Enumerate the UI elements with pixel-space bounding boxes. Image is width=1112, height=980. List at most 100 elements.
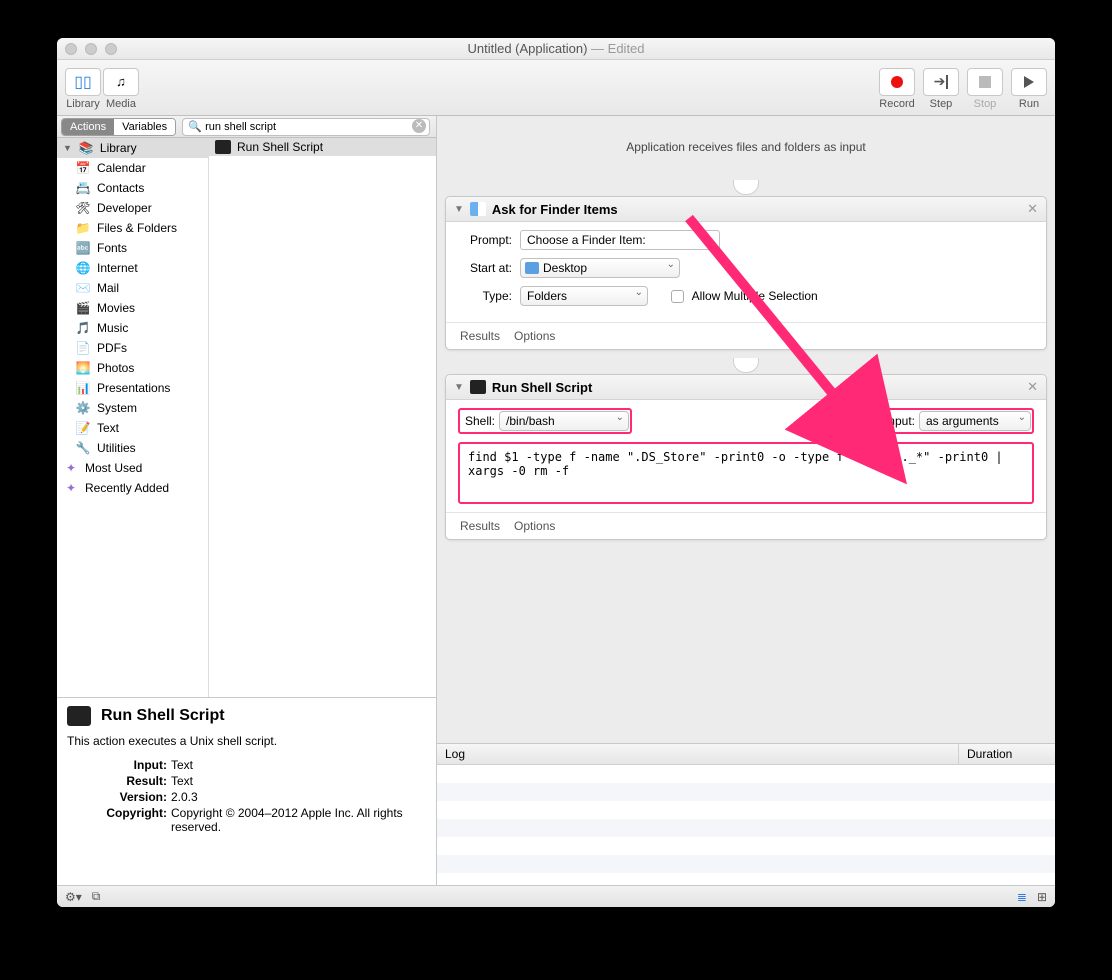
stop-button[interactable] bbox=[967, 68, 1003, 96]
search-input[interactable] bbox=[182, 118, 430, 136]
library-item[interactable]: 📁Files & Folders bbox=[57, 218, 208, 238]
play-icon bbox=[1024, 76, 1034, 88]
record-button[interactable] bbox=[879, 68, 915, 96]
action-run-shell-script[interactable]: ▼ Run Shell Script ✕ Shell:/bin/bash Pas… bbox=[445, 374, 1047, 540]
close-icon[interactable]: ✕ bbox=[1027, 201, 1038, 217]
actions-variables-segment: Actions Variables bbox=[61, 118, 176, 136]
library-item[interactable]: 🔤Fonts bbox=[57, 238, 208, 258]
search-icon: 🔍 bbox=[188, 120, 202, 133]
category-icon: 📇 bbox=[75, 179, 91, 197]
toolbar: ▯▯ Library ♫ Media Record Step Stop Run bbox=[57, 60, 1055, 116]
script-textarea[interactable]: find $1 -type f -name ".DS_Store" -print… bbox=[458, 442, 1034, 504]
log-panel: LogDuration bbox=[437, 743, 1055, 885]
disclosure-icon[interactable]: ▼ bbox=[454, 382, 464, 393]
library-item[interactable]: 🌐Internet bbox=[57, 258, 208, 278]
library-item[interactable]: 🛠Developer bbox=[57, 198, 208, 218]
library-item[interactable]: 📝Text bbox=[57, 418, 208, 438]
library-item[interactable]: ✉️Mail bbox=[57, 278, 208, 298]
results-tab[interactable]: Results bbox=[460, 519, 500, 533]
category-icon: 📊 bbox=[75, 379, 91, 397]
media-label: Media bbox=[106, 98, 136, 110]
media-icon: ♫ bbox=[116, 74, 126, 89]
library-label: Library bbox=[66, 98, 100, 110]
start-at-select[interactable]: Desktop bbox=[520, 258, 680, 278]
terminal-icon bbox=[470, 380, 486, 394]
library-panel: Actions Variables 🔍 ✕ ▼📚Library 📅Calenda… bbox=[57, 116, 437, 885]
workflow-input-description: Application receives files and folders a… bbox=[437, 116, 1055, 182]
prompt-input[interactable] bbox=[520, 230, 720, 250]
options-tab[interactable]: Options bbox=[514, 329, 555, 343]
category-icon: 🔤 bbox=[75, 239, 91, 257]
statusbar: ⚙︎▾ ⧉ ≣ ⊞ bbox=[57, 885, 1055, 907]
pass-input-select[interactable]: as arguments bbox=[919, 411, 1031, 431]
category-icon: 📅 bbox=[75, 159, 91, 177]
automator-window: Untitled (Application) — Edited ▯▯ Libra… bbox=[57, 38, 1055, 907]
shell-select[interactable]: /bin/bash bbox=[499, 411, 629, 431]
tab-actions[interactable]: Actions bbox=[62, 119, 114, 135]
clear-search-icon[interactable]: ✕ bbox=[412, 119, 426, 133]
category-icon: 🎵 bbox=[75, 319, 91, 337]
library-icon: 📚 bbox=[78, 139, 94, 157]
grid-view-icon[interactable]: ⊞ bbox=[1037, 890, 1047, 904]
list-view-icon[interactable]: ≣ bbox=[1017, 890, 1027, 904]
log-rows[interactable] bbox=[437, 765, 1055, 885]
flow-icon[interactable]: ⧉ bbox=[92, 889, 101, 904]
library-item[interactable]: 🔧Utilities bbox=[57, 438, 208, 458]
allow-multiple-checkbox[interactable] bbox=[671, 290, 684, 303]
action-title: Run Shell Script bbox=[492, 380, 592, 395]
smart-folder[interactable]: ✦Recently Added bbox=[57, 478, 208, 498]
terminal-icon bbox=[67, 706, 91, 726]
smart-folder-icon: ✦ bbox=[63, 459, 79, 477]
log-column-header[interactable]: Log bbox=[437, 744, 959, 764]
result-run-shell-script[interactable]: Run Shell Script bbox=[209, 138, 436, 156]
connector-icon bbox=[437, 360, 1055, 374]
gear-icon[interactable]: ⚙︎▾ bbox=[65, 890, 82, 904]
stop-icon bbox=[979, 76, 991, 88]
results-tab[interactable]: Results bbox=[460, 329, 500, 343]
library-item[interactable]: 🌅Photos bbox=[57, 358, 208, 378]
connector-icon bbox=[437, 182, 1055, 196]
titlebar[interactable]: Untitled (Application) — Edited bbox=[57, 38, 1055, 60]
close-icon[interactable]: ✕ bbox=[1027, 379, 1038, 395]
library-categories[interactable]: ▼📚Library 📅Calendar📇Contacts🛠Developer📁F… bbox=[57, 138, 209, 697]
library-header[interactable]: ▼📚Library bbox=[57, 138, 208, 158]
library-item[interactable]: 📅Calendar bbox=[57, 158, 208, 178]
smart-folder-icon: ✦ bbox=[63, 479, 79, 497]
category-icon: 📝 bbox=[75, 419, 91, 437]
workflow-canvas[interactable]: Application receives files and folders a… bbox=[437, 116, 1055, 743]
window-title: Untitled (Application) — Edited bbox=[57, 41, 1055, 56]
smart-folder[interactable]: ✦Most Used bbox=[57, 458, 208, 478]
record-icon bbox=[891, 76, 903, 88]
library-item[interactable]: 📇Contacts bbox=[57, 178, 208, 198]
library-item[interactable]: 🎵Music bbox=[57, 318, 208, 338]
step-icon bbox=[934, 73, 949, 90]
category-icon: 🎬 bbox=[75, 299, 91, 317]
tab-variables[interactable]: Variables bbox=[114, 119, 175, 135]
terminal-icon bbox=[215, 140, 231, 154]
type-select[interactable]: Folders bbox=[520, 286, 648, 306]
finder-icon bbox=[470, 202, 486, 216]
info-title: Run Shell Script bbox=[101, 707, 225, 725]
category-icon: 📄 bbox=[75, 339, 91, 357]
disclosure-icon[interactable]: ▼ bbox=[63, 139, 72, 157]
category-icon: 🛠 bbox=[75, 199, 91, 217]
library-item[interactable]: 🎬Movies bbox=[57, 298, 208, 318]
category-icon: 📁 bbox=[75, 219, 91, 237]
options-tab[interactable]: Options bbox=[514, 519, 555, 533]
library-item[interactable]: 📊Presentations bbox=[57, 378, 208, 398]
action-ask-for-finder-items[interactable]: ▼ Ask for Finder Items ✕ Prompt: Start a… bbox=[445, 196, 1047, 350]
step-button[interactable] bbox=[923, 68, 959, 96]
duration-column-header[interactable]: Duration bbox=[959, 744, 1055, 764]
disclosure-icon[interactable]: ▼ bbox=[454, 204, 464, 215]
run-button[interactable] bbox=[1011, 68, 1047, 96]
library-item[interactable]: 📄PDFs bbox=[57, 338, 208, 358]
action-info-panel: Run Shell Script This action executes a … bbox=[57, 697, 436, 885]
search-field: 🔍 ✕ bbox=[182, 118, 430, 135]
library-results[interactable]: Run Shell Script bbox=[209, 138, 436, 697]
category-icon: 🌐 bbox=[75, 259, 91, 277]
library-button[interactable]: ▯▯ bbox=[65, 68, 101, 96]
library-item[interactable]: ⚙️System bbox=[57, 398, 208, 418]
action-title: Ask for Finder Items bbox=[492, 202, 618, 217]
media-button[interactable]: ♫ bbox=[103, 68, 139, 96]
library-icon: ▯▯ bbox=[74, 72, 92, 92]
